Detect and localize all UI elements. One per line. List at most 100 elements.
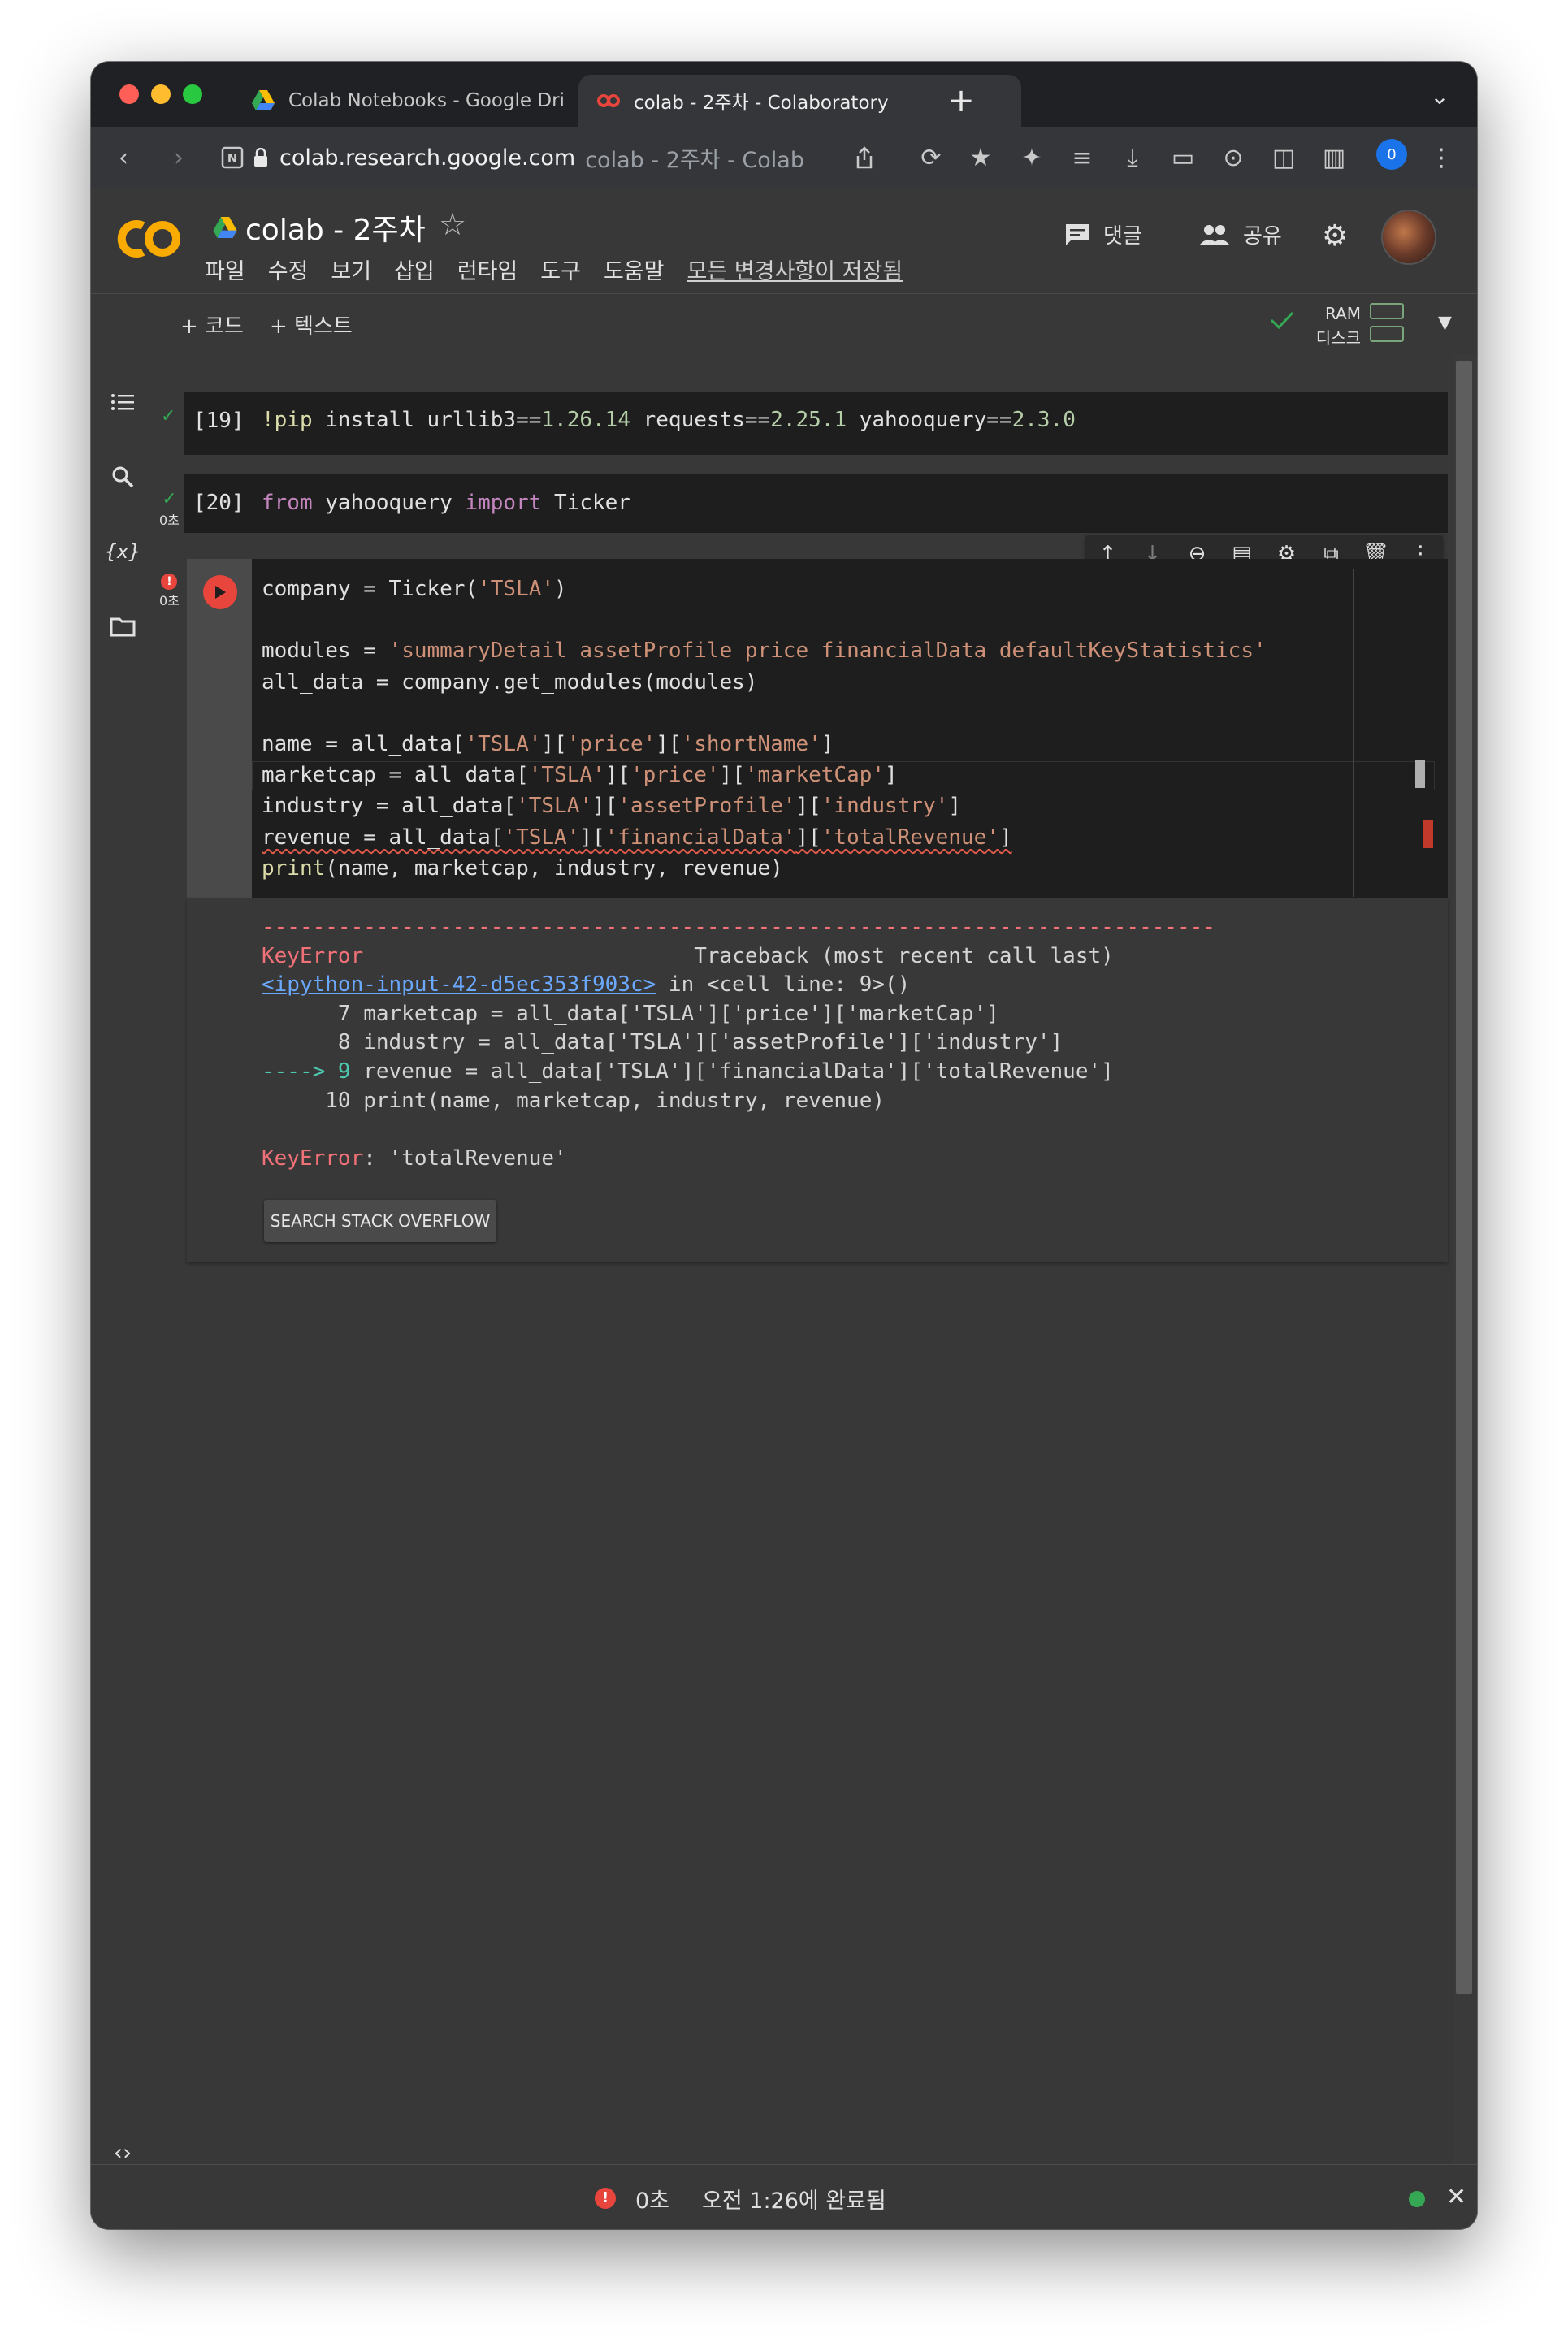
notion-extension-icon[interactable]: N: [214, 140, 250, 175]
screen-cast-icon[interactable]: ▭: [1165, 140, 1201, 175]
split-view-icon[interactable]: ◫: [1266, 140, 1302, 175]
ipython-input-link[interactable]: <ipython-input-42-d5ec353f903c>: [262, 972, 656, 997]
cell-20-code[interactable]: from yahooquery import Ticker: [262, 487, 630, 518]
connected-check-icon[interactable]: [1269, 310, 1295, 331]
tab-title: colab - 2주차 - Colaboratory: [634, 93, 889, 114]
reading-list-icon[interactable]: ≡: [1064, 140, 1100, 175]
ram-usage-bar[interactable]: [1370, 303, 1404, 319]
menu-edit[interactable]: 수정: [268, 253, 309, 285]
ram-label: RAM: [1324, 304, 1361, 323]
colab-header: colab - 2주차 ☆ 파일 수정 보기 삽입 런타임 도구 도움말 모든 …: [91, 188, 1477, 294]
comment-label: 댓글: [1103, 224, 1142, 249]
table-of-contents-icon[interactable]: [106, 386, 139, 418]
success-check-icon: ✓: [162, 489, 177, 509]
share-button[interactable]: 공유: [1199, 219, 1282, 249]
share-label: 공유: [1243, 224, 1282, 249]
browser-profile-avatar[interactable]: 0: [1376, 139, 1407, 170]
cell-19-code[interactable]: !pip install urllib3==1.26.14 requests==…: [262, 405, 1076, 435]
people-icon: [1199, 224, 1230, 245]
search-stack-overflow-button[interactable]: SEARCH STACK OVERFLOW: [264, 1200, 496, 1242]
disk-usage-bar[interactable]: [1370, 326, 1404, 342]
colab-logo[interactable]: [114, 216, 182, 265]
folder-icon[interactable]: [106, 610, 139, 643]
add-code-button[interactable]: + 코드: [180, 310, 244, 340]
more-options-icon[interactable]: ⋮: [1423, 140, 1459, 175]
download-icon[interactable]: ⤓: [1115, 140, 1150, 175]
avatar[interactable]: [1383, 211, 1435, 263]
comment-button[interactable]: 댓글: [1064, 219, 1142, 249]
cell-20-exec-time: 0초: [159, 513, 180, 528]
notebook-toolbar: + 코드 + 텍스트 RAM 디스크 ▼ ⌃: [154, 295, 1477, 353]
ruler-line: [1353, 569, 1354, 897]
menu-insert[interactable]: 삽입: [394, 253, 435, 285]
variables-icon[interactable]: {x}: [105, 535, 141, 568]
status-exec-time: 0초: [635, 2189, 670, 2214]
traceback-location: in <cell line: 9>(): [656, 972, 911, 998]
traceback-arrow: ----> 9: [262, 1059, 351, 1084]
menu-tools[interactable]: 도구: [540, 253, 581, 285]
error-indicator-icon: !: [595, 2188, 616, 2209]
traceback-dashes: ----------------------------------------…: [262, 915, 1215, 939]
notebook-title[interactable]: colab - 2주차: [213, 206, 426, 249]
final-error-message: : 'totalRevenue': [363, 1145, 567, 1171]
maximize-window-button[interactable]: [183, 84, 202, 104]
star-icon[interactable]: ☆: [439, 206, 466, 242]
cell-3-exec-time: 0초: [159, 593, 180, 608]
traceback-output: ----------------------------------------…: [262, 913, 1215, 1173]
menu-runtime[interactable]: 런타임: [457, 253, 518, 285]
back-arrow-icon[interactable]: ‹: [106, 140, 141, 175]
caret-down-icon[interactable]: ▼: [1438, 313, 1452, 333]
extensions-puzzle-icon[interactable]: ✦: [1014, 140, 1050, 175]
code-snippets-icon[interactable]: ‹›: [106, 2136, 139, 2168]
settings-gear-icon[interactable]: ⚙: [1322, 219, 1348, 253]
add-text-button[interactable]: + 텍스트: [270, 310, 353, 340]
url-host: colab.research.google.com: [279, 145, 576, 171]
search-icon[interactable]: [106, 461, 139, 493]
new-tab-button[interactable]: +: [938, 78, 984, 123]
cell-3-code[interactable]: company = Ticker('TSLA') modules = 'summ…: [262, 574, 1267, 884]
reload-icon[interactable]: ⟳: [913, 140, 949, 175]
url-page-title: colab - 2주차 - Colab: [585, 147, 804, 173]
lock-icon: [253, 148, 268, 167]
save-status-link[interactable]: 모든 변경사항이 저장됨: [687, 253, 903, 285]
menu-file[interactable]: 파일: [205, 253, 245, 285]
cell-3-gutter: [187, 559, 252, 898]
traceback-line-7: 7 marketcap = all_data['TSLA']['price'][…: [262, 1001, 999, 1026]
close-icon[interactable]: ✕: [1446, 2183, 1466, 2211]
chevron-down-icon[interactable]: ⌄: [1423, 80, 1456, 112]
run-cell-button[interactable]: [203, 575, 237, 609]
error-position-marker: [1423, 820, 1433, 848]
menu-bar: 파일 수정 보기 삽입 런타임 도구 도움말 모든 변경사항이 저장됨: [205, 253, 925, 285]
share-page-icon[interactable]: [847, 140, 882, 175]
notebook-title-text: colab - 2주차: [245, 214, 426, 247]
google-drive-icon: [213, 216, 237, 239]
menu-help[interactable]: 도움말: [604, 253, 665, 285]
bookmark-star-icon[interactable]: ★: [963, 140, 998, 175]
sidebar-toggle-icon[interactable]: ▥: [1316, 140, 1352, 175]
scrollbar-thumb[interactable]: [1456, 361, 1472, 1994]
left-sidebar: {x} ‹›: [91, 295, 154, 2217]
cell-3-status: ! 0초: [159, 574, 180, 609]
traceback-line-10: 10 print(name, marketcap, industry, reve…: [262, 1088, 886, 1113]
tab-title: Colab Notebooks - Google Dri: [288, 90, 565, 111]
status-completed-text[interactable]: 오전 1:26에 완료됨: [702, 2183, 886, 2215]
traceback-line-9: revenue = all_data['TSLA']['financialDat…: [350, 1059, 1114, 1084]
connection-status-dot: [1409, 2191, 1425, 2207]
scroll-position-marker: [1415, 760, 1425, 788]
google-drive-icon: [251, 89, 275, 113]
menu-view[interactable]: 보기: [331, 253, 371, 285]
error-indicator-icon: !: [161, 574, 178, 590]
colab-favicon-icon: [596, 89, 621, 113]
resource-labels: RAM 디스크: [1310, 301, 1361, 350]
traceback-header: Traceback (most recent call last): [694, 943, 1114, 968]
disk-label: 디스크: [1315, 328, 1361, 348]
svg-text:N: N: [227, 151, 238, 166]
screenshot-icon[interactable]: ⊙: [1215, 140, 1251, 175]
minimize-window-button[interactable]: [151, 84, 171, 104]
forward-arrow-icon[interactable]: ›: [161, 140, 197, 175]
tab-bar: Colab Notebooks - Google Dri colab - 2주차…: [91, 62, 1477, 127]
cell-20-prompt: [20]: [193, 491, 245, 515]
close-window-button[interactable]: [119, 84, 139, 104]
browser-toolbar: ‹ › N colab.research.google.com colab - …: [91, 127, 1477, 188]
status-bar: ! 0초 오전 1:26에 완료됨 ✕: [91, 2164, 1477, 2229]
